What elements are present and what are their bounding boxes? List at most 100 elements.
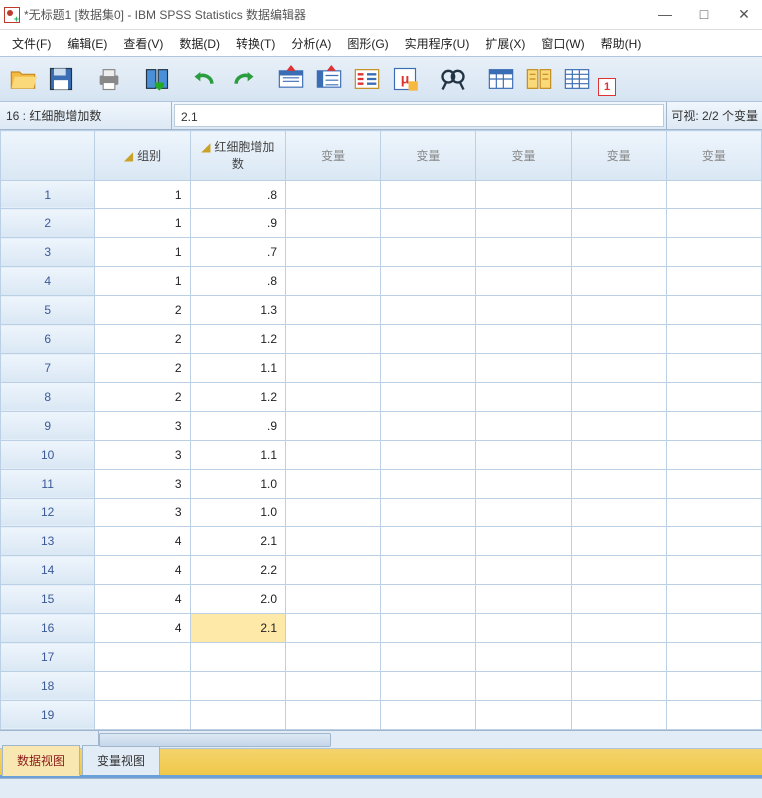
data-cell[interactable] bbox=[666, 700, 761, 729]
data-cell[interactable]: 2 bbox=[95, 296, 190, 325]
data-cell[interactable] bbox=[95, 700, 190, 729]
data-cell[interactable] bbox=[571, 700, 666, 729]
data-cell[interactable] bbox=[476, 498, 571, 527]
data-cell[interactable]: 4 bbox=[95, 556, 190, 585]
data-cell[interactable] bbox=[286, 354, 381, 383]
data-cell[interactable] bbox=[381, 469, 476, 498]
data-cell[interactable]: 3 bbox=[95, 469, 190, 498]
data-cell[interactable] bbox=[476, 614, 571, 643]
menu-utilities[interactable]: 实用程序(U) bbox=[397, 32, 478, 55]
weight-button[interactable] bbox=[522, 62, 556, 96]
data-cell[interactable] bbox=[476, 267, 571, 296]
goto-case-button[interactable] bbox=[274, 62, 308, 96]
data-cell[interactable] bbox=[476, 469, 571, 498]
data-cell[interactable] bbox=[381, 325, 476, 354]
data-cell[interactable]: 3 bbox=[95, 440, 190, 469]
find-button[interactable] bbox=[436, 62, 470, 96]
data-cell[interactable] bbox=[381, 498, 476, 527]
data-cell[interactable]: .9 bbox=[190, 209, 285, 238]
tab-data-view[interactable]: 数据视图 bbox=[2, 745, 80, 776]
column-header[interactable]: 变量 bbox=[476, 131, 571, 181]
row-header[interactable]: 7 bbox=[1, 354, 95, 383]
row-header[interactable]: 12 bbox=[1, 498, 95, 527]
data-cell[interactable]: .8 bbox=[190, 267, 285, 296]
data-cell[interactable] bbox=[476, 556, 571, 585]
data-cell[interactable]: 4 bbox=[95, 585, 190, 614]
data-cell[interactable]: 1.1 bbox=[190, 354, 285, 383]
data-cell[interactable] bbox=[571, 411, 666, 440]
run-button[interactable]: μ bbox=[388, 62, 422, 96]
data-cell[interactable] bbox=[666, 325, 761, 354]
variables-button[interactable] bbox=[350, 62, 384, 96]
data-cell[interactable] bbox=[286, 209, 381, 238]
menu-analyze[interactable]: 分析(A) bbox=[283, 32, 339, 55]
data-cell[interactable] bbox=[571, 614, 666, 643]
data-cell[interactable] bbox=[381, 411, 476, 440]
menu-data[interactable]: 数据(D) bbox=[171, 32, 228, 55]
data-cell[interactable] bbox=[286, 585, 381, 614]
menu-view[interactable]: 查看(V) bbox=[115, 32, 171, 55]
row-header[interactable]: 6 bbox=[1, 325, 95, 354]
data-cell[interactable] bbox=[571, 469, 666, 498]
data-cell[interactable] bbox=[286, 643, 381, 672]
data-cell[interactable] bbox=[666, 354, 761, 383]
open-button[interactable] bbox=[6, 62, 40, 96]
data-cell[interactable] bbox=[476, 296, 571, 325]
data-cell[interactable] bbox=[476, 354, 571, 383]
data-cell[interactable]: .8 bbox=[190, 180, 285, 209]
data-cell[interactable] bbox=[286, 700, 381, 729]
data-cell[interactable] bbox=[381, 296, 476, 325]
select-cases-button[interactable] bbox=[560, 62, 594, 96]
data-cell[interactable] bbox=[571, 498, 666, 527]
column-header[interactable]: 变量 bbox=[381, 131, 476, 181]
menu-graphs[interactable]: 图形(G) bbox=[339, 32, 396, 55]
data-cell[interactable] bbox=[666, 296, 761, 325]
cell-value-input[interactable]: 2.1 bbox=[174, 104, 664, 127]
save-button[interactable] bbox=[44, 62, 78, 96]
data-cell[interactable] bbox=[666, 440, 761, 469]
data-cell[interactable] bbox=[666, 267, 761, 296]
data-cell[interactable] bbox=[666, 498, 761, 527]
data-cell[interactable] bbox=[381, 671, 476, 700]
data-cell[interactable] bbox=[286, 671, 381, 700]
data-cell[interactable] bbox=[381, 238, 476, 267]
data-cell[interactable] bbox=[381, 180, 476, 209]
recall-dialog-button[interactable] bbox=[140, 62, 174, 96]
data-cell[interactable]: 1 bbox=[95, 267, 190, 296]
data-cell[interactable] bbox=[571, 643, 666, 672]
menu-transform[interactable]: 转换(T) bbox=[228, 32, 283, 55]
data-cell[interactable] bbox=[571, 209, 666, 238]
data-cell[interactable] bbox=[666, 180, 761, 209]
data-cell[interactable]: 1.0 bbox=[190, 498, 285, 527]
menu-help[interactable]: 帮助(H) bbox=[593, 32, 650, 55]
row-header[interactable]: 1 bbox=[1, 180, 95, 209]
row-header[interactable]: 3 bbox=[1, 238, 95, 267]
data-cell[interactable] bbox=[381, 614, 476, 643]
data-cell[interactable] bbox=[476, 238, 571, 267]
data-cell[interactable] bbox=[476, 325, 571, 354]
redo-button[interactable] bbox=[226, 62, 260, 96]
tab-variable-view[interactable]: 变量视图 bbox=[82, 745, 160, 775]
data-cell[interactable] bbox=[666, 411, 761, 440]
data-cell[interactable] bbox=[381, 440, 476, 469]
data-cell[interactable] bbox=[666, 643, 761, 672]
data-cell[interactable] bbox=[286, 556, 381, 585]
column-header[interactable]: ◢红细胞增加数 bbox=[190, 131, 285, 181]
data-cell[interactable] bbox=[286, 382, 381, 411]
data-cell[interactable] bbox=[476, 527, 571, 556]
minimize-button[interactable]: — bbox=[658, 9, 670, 21]
cell-name[interactable]: 16 : 红细胞增加数 bbox=[0, 102, 172, 129]
data-cell[interactable] bbox=[476, 671, 571, 700]
row-header[interactable]: 2 bbox=[1, 209, 95, 238]
data-cell[interactable] bbox=[476, 209, 571, 238]
data-cell[interactable] bbox=[286, 527, 381, 556]
row-header[interactable]: 4 bbox=[1, 267, 95, 296]
print-button[interactable] bbox=[92, 62, 126, 96]
data-cell[interactable] bbox=[571, 296, 666, 325]
data-cell[interactable] bbox=[666, 614, 761, 643]
data-cell[interactable] bbox=[381, 556, 476, 585]
data-cell[interactable] bbox=[286, 325, 381, 354]
data-cell[interactable] bbox=[666, 527, 761, 556]
data-cell[interactable] bbox=[666, 209, 761, 238]
data-cell[interactable] bbox=[571, 556, 666, 585]
